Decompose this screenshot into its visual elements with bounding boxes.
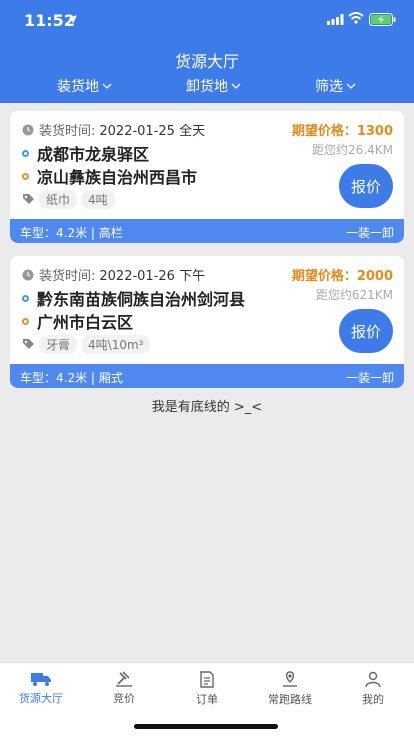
tab-profile[interactable]: 我的 (332, 671, 414, 707)
unload-dot-icon (22, 317, 29, 325)
load-dot-icon (22, 294, 29, 302)
load-address: 黔东南苗族侗族自治州剑河县 (22, 286, 245, 310)
tab-label: 货源大厅 (19, 692, 63, 705)
tab-routes[interactable]: 常跑路线 (249, 671, 331, 707)
load-city: 成都市龙泉驿区 (37, 145, 150, 164)
cargo-tag: 4吨 (81, 190, 115, 209)
unload-city: 凉山彝族自治州西昌市 (37, 168, 198, 187)
tab-bidding[interactable]: 竞价 (83, 671, 165, 706)
card-footer: 车型：4.2米 | 厢式 一装一卸 (10, 364, 404, 388)
vehicle-type: 车型：4.2米 | 厢式 (20, 371, 123, 385)
cargo-tag: 牙膏 (39, 335, 78, 354)
document-icon (200, 671, 214, 688)
location-arrow-icon (68, 15, 77, 24)
list-end-note: 我是有底线的 >_< (151, 400, 263, 415)
load-time-row: 装货时间: 2022-01-26 下午 (22, 265, 205, 284)
load-time-label: 装货时间: (39, 269, 96, 284)
filter-options[interactable]: 筛选 (315, 76, 356, 96)
unload-city: 广州市白云区 (37, 313, 134, 332)
load-mode: 一装一卸 (345, 371, 394, 385)
battery-icon (369, 13, 396, 26)
load-mode: 一装一卸 (345, 226, 394, 240)
load-time-row: 装货时间: 2022-01-25 全天 (22, 120, 205, 139)
cargo-tags: 纸巾 4吨 (22, 190, 115, 209)
tag-icon (23, 339, 34, 349)
chevron-down-icon (346, 83, 356, 89)
cargo-tag: 4吨\10m³ (81, 335, 151, 354)
filter-label: 筛选 (315, 79, 343, 95)
cargo-tags: 牙膏 4吨\10m³ (22, 335, 151, 354)
distance: 距您约26.4KM (312, 143, 393, 157)
tab-label: 我的 (362, 693, 384, 706)
tab-label: 常跑路线 (268, 693, 312, 706)
filter-label: 装货地 (57, 79, 99, 95)
wifi-icon (348, 12, 364, 24)
chevron-down-icon (231, 83, 241, 89)
load-dot-icon (22, 149, 29, 157)
gavel-icon (116, 671, 132, 687)
signal-icon (327, 14, 344, 25)
filter-label: 卸货地 (186, 79, 228, 95)
route-icon (283, 671, 297, 687)
vehicle-type: 车型：4.2米 | 高栏 (20, 226, 123, 240)
load-time-value: 2022-01-26 下午 (99, 269, 206, 284)
home-indicator (134, 724, 278, 729)
unload-address: 凉山彝族自治州西昌市 (22, 164, 197, 188)
load-city: 黔东南苗族侗族自治州剑河县 (37, 290, 246, 309)
quote-button[interactable]: 报价 (339, 309, 393, 353)
user-icon (365, 671, 381, 688)
tab-orders[interactable]: 订单 (166, 671, 248, 707)
tab-cargo-hall[interactable]: 货源大厅 (0, 671, 82, 706)
tab-label: 订单 (196, 693, 218, 706)
expected-price: 期望价格：1300 (291, 124, 393, 139)
card-footer: 车型：4.2米 | 高栏 一装一卸 (10, 219, 404, 243)
filter-load-location[interactable]: 装货地 (57, 76, 112, 96)
truck-icon (31, 673, 51, 686)
clock-icon (22, 124, 34, 135)
load-time-value: 2022-01-25 全天 (99, 124, 206, 139)
filter-unload-location[interactable]: 卸货地 (186, 76, 241, 96)
clock-icon (22, 269, 34, 280)
chevron-down-icon (102, 83, 112, 89)
order-card[interactable]: 装货时间: 2022-01-26 下午 期望价格：2000 距您约621KM 黔… (10, 256, 404, 388)
load-address: 成都市龙泉驿区 (22, 141, 149, 165)
expected-price: 期望价格：2000 (291, 269, 393, 284)
unload-dot-icon (22, 172, 29, 180)
cargo-tag: 纸巾 (39, 190, 78, 209)
quote-button[interactable]: 报价 (339, 164, 393, 208)
status-bar: 11:52 (0, 0, 414, 40)
order-card[interactable]: 装货时间: 2022-01-25 全天 期望价格：1300 距您约26.4KM … (10, 111, 404, 243)
load-time-label: 装货时间: (39, 124, 96, 139)
page-title: 货源大厅 (174, 52, 239, 71)
tab-label: 竞价 (113, 692, 135, 705)
tag-icon (23, 194, 34, 204)
distance: 距您约621KM (315, 288, 393, 302)
unload-address: 广州市白云区 (22, 309, 133, 333)
header: 11:52 货源大厅 装货地 卸货地 筛选 (0, 0, 414, 103)
